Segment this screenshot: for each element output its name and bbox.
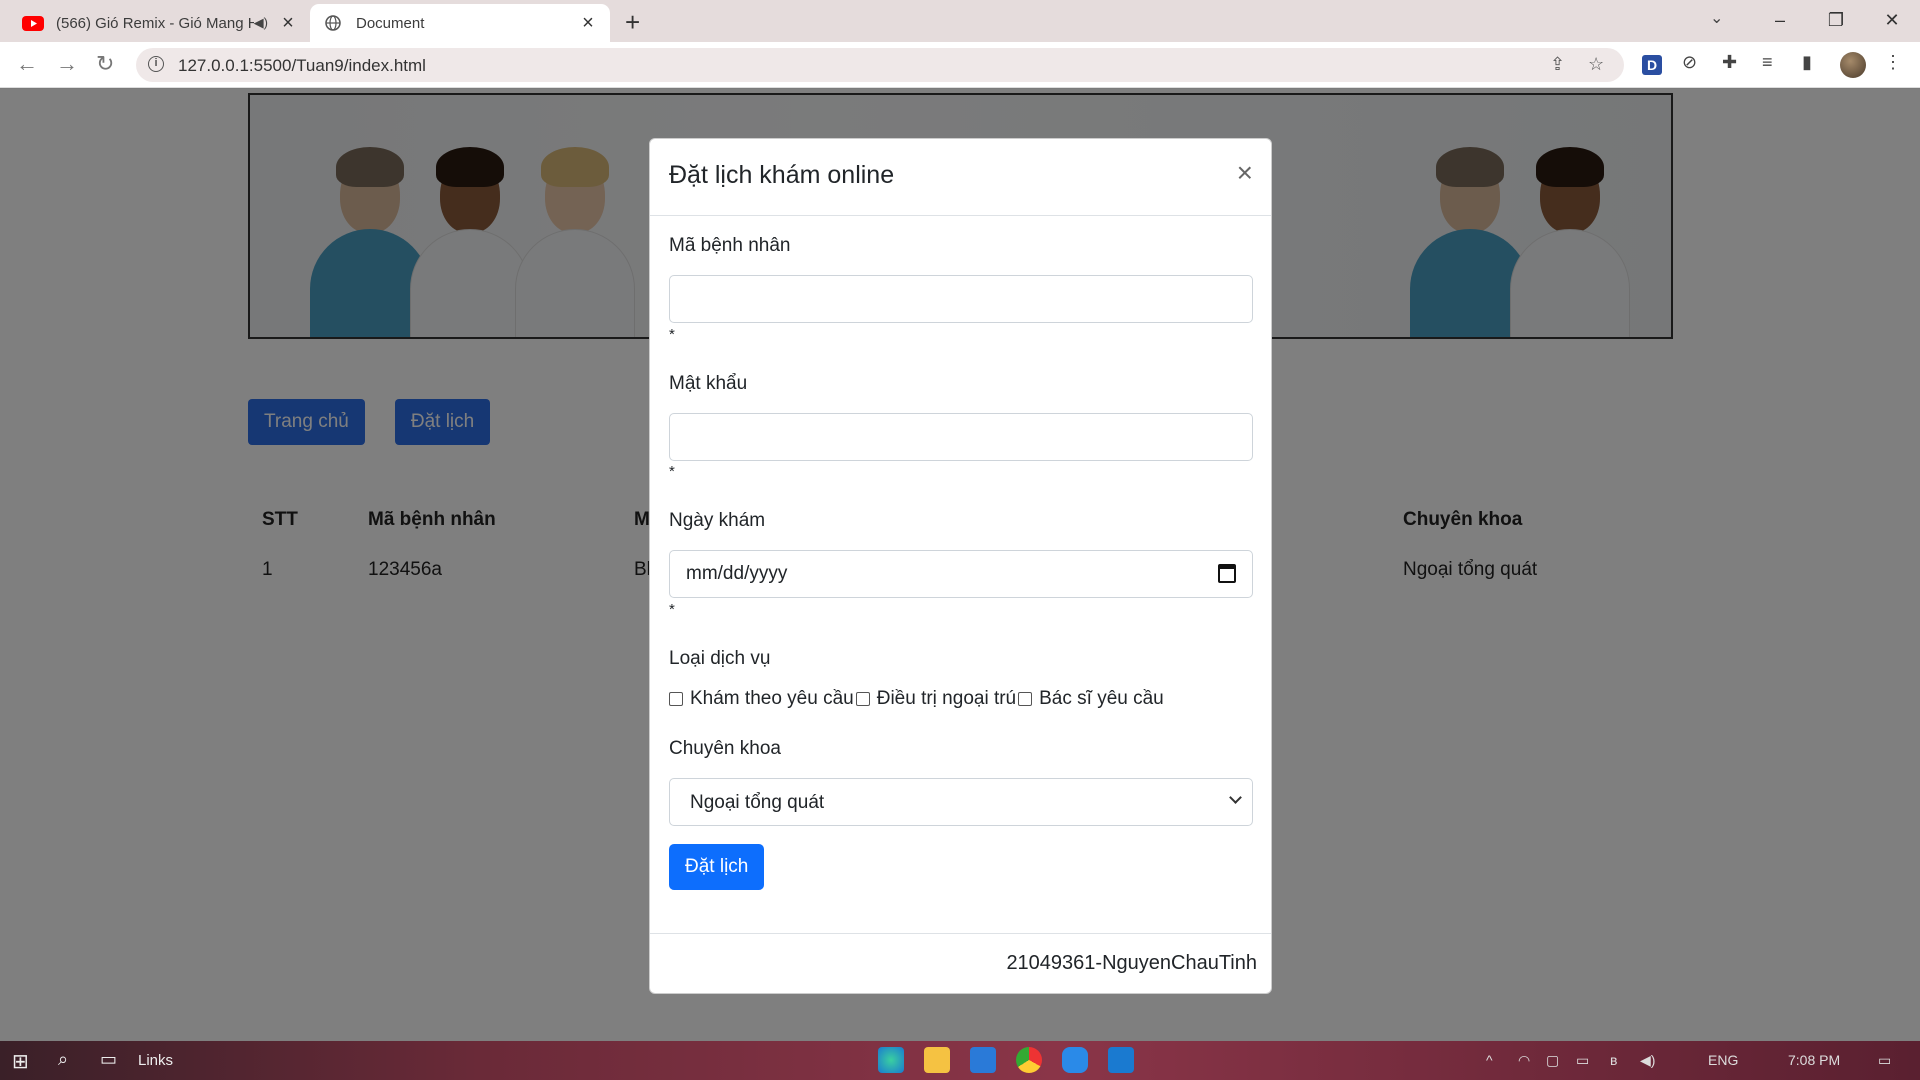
password-input[interactable] — [669, 413, 1253, 461]
back-icon[interactable]: ← — [16, 51, 38, 77]
address-bar[interactable]: i 127.0.0.1:5500/Tuan9/index.html ⇪ ☆ — [136, 48, 1624, 82]
close-window-icon[interactable]: ✕ — [1864, 0, 1920, 42]
restore-icon[interactable]: ❐ — [1808, 0, 1864, 42]
booking-modal: Đặt lịch khám online × Mã bệnh nhân * Mậ… — [649, 138, 1272, 994]
media-icon[interactable]: ≡ — [1762, 52, 1773, 73]
taskbar: ⊞ ⌕ ▭ Links ^ ◠ ▢ ▭ ʙ ◀) ENG 7:08 PM ▭ — [0, 1041, 1920, 1080]
service-checkbox[interactable] — [855, 692, 870, 706]
specialty-label: Chuyên khoa — [669, 738, 781, 759]
language-indicator[interactable]: ENG — [1708, 1052, 1738, 1068]
url-text: 127.0.0.1:5500/Tuan9/index.html — [178, 56, 426, 75]
edge-icon[interactable] — [878, 1047, 904, 1073]
service-checkbox[interactable] — [1018, 692, 1033, 706]
close-icon[interactable]: × — [1237, 159, 1253, 187]
compass-icon[interactable]: ⊘ — [1682, 52, 1697, 73]
star-icon[interactable]: ☆ — [1588, 54, 1604, 75]
window-controls: – ❐ ✕ — [1752, 0, 1920, 42]
modal-footer: 21049361-NguyenChauTinh — [650, 933, 1271, 993]
date-label: Ngày khám — [669, 510, 766, 531]
minimize-icon[interactable]: – — [1752, 0, 1808, 42]
reload-icon[interactable]: ↻ — [96, 51, 114, 77]
specialty-value: Ngoại tổng quát — [690, 792, 825, 813]
required-mark: * — [669, 326, 675, 343]
info-icon[interactable]: i — [148, 56, 164, 72]
specialty-select[interactable]: Ngoại tổng quát — [669, 778, 1253, 826]
tab-youtube[interactable]: (566) Gió Remix - Gió Mang Hương Về ◀) × — [10, 4, 310, 42]
links-toolbar[interactable]: Links — [138, 1052, 173, 1069]
date-input[interactable]: mm/dd/yyyy — [669, 550, 1253, 598]
avatar[interactable] — [1840, 52, 1866, 78]
menu-icon[interactable]: ⋮ — [1884, 52, 1902, 73]
tab-document[interactable]: Document × — [310, 4, 610, 42]
tab-bar: (566) Gió Remix - Gió Mang Hương Về ◀) ×… — [0, 0, 1920, 42]
l-app-icon[interactable] — [970, 1047, 996, 1073]
new-tab-icon[interactable]: + — [625, 7, 640, 38]
chevron-down-icon[interactable]: ⌄ — [1710, 8, 1723, 28]
footer-text: 21049361-NguyenChauTinh — [1006, 952, 1257, 974]
windows-start-icon[interactable]: ⊞ — [12, 1049, 29, 1074]
clock[interactable]: 7:08 PM — [1788, 1052, 1840, 1068]
speaker-icon[interactable]: ◀) — [1640, 1052, 1655, 1069]
search-icon[interactable]: ⌕ — [58, 1049, 68, 1070]
tab-title: Document — [356, 14, 425, 32]
forward-icon[interactable]: → — [56, 51, 78, 77]
modal-body: Mã bệnh nhân * Mật khẩu * Ngày khám mm/d… — [650, 216, 1271, 924]
tab-title: (566) Gió Remix - Gió Mang Hương Về — [56, 14, 254, 32]
youtube-icon — [22, 15, 44, 31]
password-label: Mật khẩu — [669, 373, 748, 394]
service-checkbox[interactable] — [669, 692, 683, 706]
battery-icon[interactable]: ▭ — [1576, 1052, 1589, 1069]
service-type-label: Loại dịch vụ — [669, 648, 771, 669]
file-explorer-icon[interactable] — [924, 1047, 950, 1073]
chrome-icon[interactable] — [1016, 1047, 1042, 1073]
submit-booking-button[interactable]: Đặt lịch — [669, 844, 765, 890]
modal-header: Đặt lịch khám online × — [650, 139, 1271, 216]
vscode-icon[interactable] — [1108, 1047, 1134, 1073]
close-tab-icon[interactable]: × — [578, 12, 598, 35]
device-icon[interactable]: ▢ — [1546, 1052, 1559, 1069]
bluetooth-icon[interactable]: ʙ — [1610, 1052, 1617, 1068]
puzzle-icon[interactable]: ✚ — [1722, 52, 1737, 73]
share-icon[interactable]: ⇪ — [1550, 54, 1565, 75]
patient-id-input[interactable] — [669, 275, 1253, 323]
calendar-icon[interactable] — [1218, 564, 1236, 583]
service-options: Khám theo yêu cầu Điều trị ngoại trú Bác… — [669, 688, 1164, 710]
browser-toolbar: ← → ↻ i 127.0.0.1:5500/Tuan9/index.html … — [0, 42, 1920, 88]
task-view-icon[interactable]: ▭ — [100, 1049, 117, 1070]
network-icon[interactable]: ◠ — [1518, 1052, 1530, 1069]
close-tab-icon[interactable]: × — [278, 12, 298, 35]
chevron-up-icon[interactable]: ^ — [1486, 1052, 1493, 1068]
chevron-down-icon — [1229, 791, 1242, 804]
required-mark: * — [669, 463, 675, 480]
modal-title: Đặt lịch khám online — [669, 161, 895, 189]
required-mark: * — [669, 601, 675, 618]
date-placeholder: mm/dd/yyyy — [686, 563, 788, 584]
zalo-icon[interactable] — [1062, 1047, 1088, 1073]
speaker-icon[interactable]: ◀) — [254, 15, 268, 31]
patient-id-label: Mã bệnh nhân — [669, 235, 791, 256]
globe-icon — [322, 15, 344, 31]
extension-d-icon[interactable]: D — [1642, 55, 1662, 75]
service-option-label: Bác sĩ yêu cầu — [1039, 688, 1164, 709]
service-option-label: Điều trị ngoại trú — [876, 688, 1017, 709]
notifications-icon[interactable]: ▭ — [1878, 1052, 1891, 1069]
side-panel-icon[interactable]: ▮ — [1802, 52, 1812, 73]
service-option-label: Khám theo yêu cầu — [690, 688, 854, 709]
